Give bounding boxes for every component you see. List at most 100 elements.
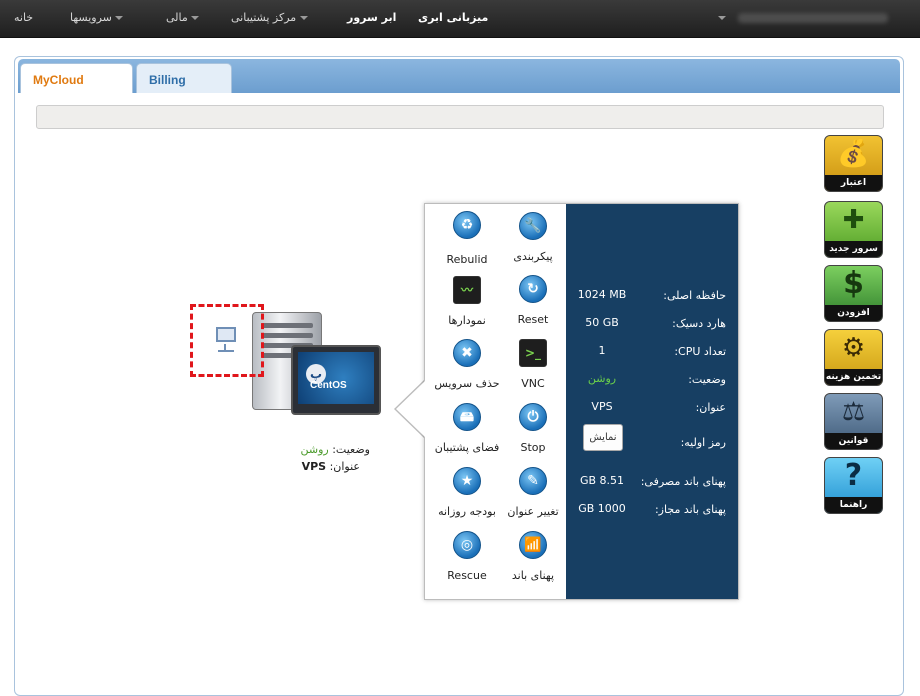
action-backup-label: فضای پشتیبان [434, 441, 500, 454]
money-bag-icon: 💰 [837, 139, 870, 169]
action-stop-label: Stop [520, 441, 546, 454]
tile-new-server-label: سرور جدید [825, 241, 882, 257]
popup-pointer-fill [396, 381, 425, 437]
bandwidth-allowed-label: پهنای باند مجاز: [654, 503, 726, 516]
tile-help-label: راهنما [825, 497, 882, 513]
pencil-icon: ✎ [519, 467, 547, 495]
bandwidth-used-label: پهنای باند مصرفی: [640, 475, 726, 488]
server-title-label: عنوان: [329, 460, 360, 473]
signal-bars-icon: 📶 [519, 531, 547, 559]
action-rebuild-label: Rebulid [446, 253, 488, 266]
action-configure[interactable]: 🔧 پیکربندی [498, 212, 568, 263]
action-backup[interactable]: 🖴 فضای پشتیبان [432, 403, 502, 454]
title-value: VPS [591, 400, 613, 413]
chart-monitor-icon: 〰 [453, 276, 481, 304]
chevron-down-icon [115, 16, 124, 20]
action-rescue[interactable]: ◎ Rescue [432, 531, 502, 582]
chevron-down-icon [299, 16, 308, 20]
action-rename-label: تغییر عنوان [507, 505, 559, 518]
tile-add-credit[interactable]: $ افزودن اعتبار [824, 265, 883, 322]
user-menu-chevron-icon[interactable] [718, 16, 726, 20]
server-status-value: روشن [300, 443, 329, 456]
title-label: عنوان: [695, 401, 726, 414]
nav-services-label: سرویسها [70, 11, 112, 24]
plus-icon: ✚ [842, 205, 865, 235]
cpu-value: 1 [598, 344, 606, 357]
help-icon: ? [844, 458, 863, 493]
action-stop[interactable]: ⏻ Stop [498, 403, 568, 454]
tile-rules-label: قوانین [825, 433, 882, 449]
disk-label: هارد دسیک: [672, 317, 726, 330]
lifebuoy-icon: ◎ [453, 531, 481, 559]
tile-new-server[interactable]: ✚ سرور جدید [824, 201, 883, 258]
action-rebuild[interactable]: ♻ Rebulid [432, 211, 502, 266]
tab-billing[interactable]: Billing [136, 63, 232, 93]
action-rescue-label: Rescue [447, 569, 487, 582]
action-reset[interactable]: ↻ Reset [498, 275, 568, 326]
tile-rules[interactable]: ⚖ قوانین [824, 393, 883, 450]
power-plug-icon: ⏻ [519, 403, 547, 431]
dollar-icon: $ [843, 266, 864, 301]
nav-support[interactable]: مرکز پشتیبانی [231, 11, 308, 24]
bandwidth-allowed-value: GB 1000 [578, 502, 626, 515]
tile-cost-estimate-label: تخمین هزینه [825, 369, 882, 385]
action-charts-label: نمودارها [448, 314, 486, 327]
gavel-icon: ⚖ [841, 397, 866, 427]
server-info-panel: حافظه اصلی: 1024 MB هارد دسیک: 50 GB تعد… [566, 204, 738, 599]
server-title-line: عنوان: VPS [240, 460, 360, 473]
nav-services[interactable]: سرویسها [70, 11, 124, 24]
terminal-icon: >_ [519, 339, 547, 367]
user-account-menu[interactable] [738, 13, 888, 23]
ram-value: 1024 MB [577, 288, 627, 301]
server-status-label: وضعیت: [332, 443, 370, 456]
backup-drive-icon: 🖴 [453, 403, 481, 431]
tile-cost-estimate[interactable]: ⚙ تخمین هزینه [824, 329, 883, 386]
status-label: وضعیت: [688, 373, 726, 386]
action-delete-service[interactable]: ✖ حذف سرویس [432, 339, 502, 390]
tile-add-credit-label: افزودن اعتبار [825, 305, 882, 321]
action-bandwidth-label: پهنای باند [511, 569, 555, 582]
action-delete-service-label: حذف سرویس [434, 377, 500, 390]
nav-cloud-server[interactable]: ابر سرور [347, 11, 396, 24]
wrench-icon: 🔧 [519, 212, 547, 240]
reset-arrow-icon: ↻ [519, 275, 547, 303]
action-vnc-label: VNC [521, 377, 545, 390]
tile-help[interactable]: ? راهنما [824, 457, 883, 514]
tab-strip: MyCloud Billing [18, 59, 900, 93]
disk-value: 50 GB [585, 316, 619, 329]
action-reset-label: Reset [517, 313, 549, 326]
action-vnc[interactable]: >_ VNC [498, 339, 568, 390]
action-rename[interactable]: ✎ تغییر عنوان [498, 467, 568, 518]
nav-support-label: مرکز پشتیبانی [231, 11, 297, 24]
action-bandwidth[interactable]: 📶 پهنای باند [498, 531, 568, 582]
top-navbar: خانه سرویسها مالی مرکز پشتیبانی ابر سرور… [0, 0, 920, 38]
chevron-down-icon [191, 16, 200, 20]
password-label: رمز اولیه: [680, 436, 726, 449]
recycle-icon: ♻ [453, 211, 481, 239]
tile-credit-label: اعتبار [825, 175, 882, 191]
nav-finance[interactable]: مالی [166, 11, 200, 24]
centos-monitor-image[interactable]: پ CentOS [291, 345, 381, 415]
action-daily-budget[interactable]: ★ بودجه روزانه [432, 467, 502, 518]
message-bar [36, 105, 884, 129]
star-icon: ★ [453, 467, 481, 495]
monitor-icon[interactable] [214, 325, 238, 355]
tab-mycloud[interactable]: MyCloud [20, 63, 133, 93]
cpu-label: تعداد CPU: [674, 345, 726, 358]
show-password-button[interactable]: نمایش [583, 424, 623, 451]
server-status-line: وضعیت: روشن [250, 443, 370, 456]
gears-icon: ⚙ [841, 333, 866, 363]
delete-icon: ✖ [453, 339, 481, 367]
nav-finance-label: مالی [166, 11, 188, 24]
action-configure-label: پیکربندی [513, 250, 553, 263]
tile-credit[interactable]: 💰 اعتبار [824, 135, 883, 192]
nav-cloud-hosting[interactable]: میزبانی ابری [418, 11, 488, 24]
ram-label: حافظه اصلی: [663, 289, 726, 302]
bandwidth-used-value: GB 8.51 [579, 474, 625, 487]
server-title-value: VPS [301, 460, 327, 473]
action-daily-budget-label: بودجه روزانه [438, 505, 496, 518]
nav-home[interactable]: خانه [14, 11, 33, 24]
os-brand: CentOS [310, 380, 347, 391]
status-value: روشن [587, 372, 617, 385]
action-charts[interactable]: 〰 نمودارها [432, 276, 502, 327]
